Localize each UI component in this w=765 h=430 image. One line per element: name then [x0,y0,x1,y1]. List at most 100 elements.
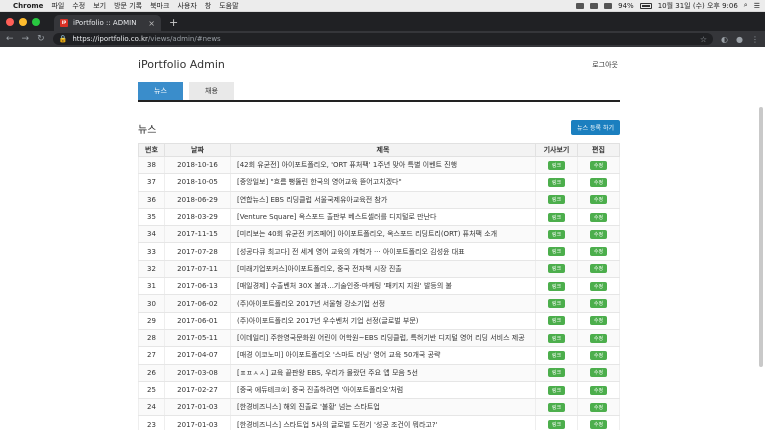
row-number: 27 [138,346,165,365]
row-date: 2017-11-15 [164,225,231,244]
row-title: [미리보는 40회 유균전 키즈페어] 아이포트폴리오, 옥스포드 리딩트리(O… [230,225,536,244]
new-tab-icon[interactable]: + [169,15,178,31]
tab-news[interactable]: 뉴스 [138,82,183,100]
article-link-button[interactable]: 링크 [547,160,566,170]
menubar-item-bookmarks[interactable]: 북마크 [150,1,169,11]
row-link-cell: 링크 [535,381,578,400]
close-tab-icon[interactable]: × [148,19,155,28]
page-scrollbar[interactable] [759,107,763,367]
edit-button[interactable]: 수정 [589,264,608,274]
logout-link[interactable]: 로그아웃 [592,60,618,70]
edit-button[interactable]: 수정 [589,333,608,343]
back-icon[interactable]: ← [6,34,14,44]
site-title: iPortfolio Admin [138,58,225,71]
article-link-button[interactable]: 링크 [547,420,566,430]
column-header-article: 기사보기 [535,143,578,157]
table-row: 27 2017-04-07 [매경 이코노미] 아이포트폴리오 '스마트 러닝' 영… [138,346,620,365]
menubar-item-edit[interactable]: 수정 [72,1,85,11]
tray-app-icon[interactable] [590,2,599,9]
menubar-item-people[interactable]: 사용자 [177,1,196,11]
table-row: 25 2017-02-27 [중국 에듀테크②] 중국 진출하려면 '아이포트폴리오… [138,381,620,400]
article-link-button[interactable]: 링크 [547,350,566,360]
edit-button[interactable]: 수정 [589,160,608,170]
lock-icon[interactable]: 🔒 [59,35,68,43]
edit-button[interactable]: 수정 [589,402,608,412]
edit-button[interactable]: 수정 [589,281,608,291]
row-number: 38 [138,156,165,175]
row-title: [매경 이코노미] 아이포트폴리오 '스마트 러닝' 영어 교육 50개국 공략 [230,346,536,365]
address-bar[interactable]: 🔒 https://iportfolio.co.kr/views/admin/#… [52,33,714,45]
reload-icon[interactable]: ↻ [37,34,45,44]
toolbar-actions: ◐ ● ⋮ [721,35,759,44]
forward-icon[interactable]: → [22,34,30,44]
edit-button[interactable]: 수정 [589,316,608,326]
battery-percent: 94% [618,1,634,10]
menubar-app-name[interactable]: Chrome [13,2,43,10]
article-link-button[interactable]: 링크 [547,368,566,378]
column-header-title: 제목 [230,143,536,157]
row-edit-cell: 수정 [577,329,620,348]
bookmark-star-icon[interactable]: ☆ [700,35,707,44]
menubar-clock[interactable]: 10월 31일 (수) 오후 9:06 [658,1,738,11]
menubar-item-window[interactable]: 창 [205,1,211,11]
browser-tab-strip: IP iPortfolio :: ADMIN × + [0,12,765,31]
tray-app-icon[interactable] [576,2,585,9]
row-date: 2017-02-27 [164,381,231,400]
control-center-icon[interactable]: ☰ [754,2,760,10]
article-link-button[interactable]: 링크 [547,333,566,343]
menubar-item-file[interactable]: 파일 [51,1,64,11]
edit-button[interactable]: 수정 [589,420,608,430]
tab-recruit[interactable]: 채용 [189,82,234,100]
row-date: 2018-10-05 [164,173,231,192]
minimize-window-icon[interactable] [19,17,27,26]
menubar-item-history[interactable]: 방문 기록 [114,1,142,11]
menubar-item-help[interactable]: 도움말 [219,1,238,11]
article-link-button[interactable]: 링크 [547,316,566,326]
row-title: (주)아이포트폴리오 2017년 우수벤처 기업 선정(글로벌 부문) [230,312,536,330]
row-link-cell: 링크 [535,364,578,382]
article-link-button[interactable]: 링크 [547,177,566,187]
edit-button[interactable]: 수정 [589,177,608,187]
battery-icon[interactable] [639,2,652,9]
article-link-button[interactable]: 링크 [547,229,566,239]
edit-button[interactable]: 수정 [589,229,608,239]
profile-icon[interactable]: ● [736,35,743,44]
edit-button[interactable]: 수정 [589,195,608,205]
edit-button[interactable]: 수정 [589,247,608,257]
zoom-window-icon[interactable] [32,17,40,26]
article-link-button[interactable]: 링크 [547,281,566,291]
article-link-button[interactable]: 링크 [547,402,566,412]
row-number: 24 [138,398,165,417]
row-title: (주)아이포트폴리오 2017년 서울형 강소기업 선정 [230,294,536,313]
section-title: 뉴스 [138,125,157,136]
extension-icon[interactable]: ◐ [721,35,728,44]
row-edit-cell: 수정 [577,381,620,400]
row-edit-cell: 수정 [577,415,620,430]
tab-title: iPortfolio :: ADMIN [73,19,137,27]
close-window-icon[interactable] [6,17,14,26]
article-link-button[interactable]: 링크 [547,247,566,257]
edit-button[interactable]: 수정 [589,385,608,395]
row-title: [미래기업포커스]아이포트폴리오, 중국 전자책 시장 진출 [230,260,536,279]
table-row: 31 2017-06-13 [매일경제] 수출벤처 30X 불과...기술인증·마케… [138,277,620,296]
edit-button[interactable]: 수정 [589,368,608,378]
url-path: /views/admin/#news [147,35,221,43]
article-link-button[interactable]: 링크 [547,195,566,205]
news-table-body: 38 2018-10-16 [42회 유균전] 아이포트폴리오, 'ORT 퓨처팩'… [138,156,620,430]
search-icon[interactable]: ⌕ [744,1,748,10]
add-news-button[interactable]: 뉴스 등록 하기 [571,120,620,135]
wifi-icon[interactable] [604,2,613,9]
row-edit-cell: 수정 [577,225,620,244]
browser-tab[interactable]: IP iPortfolio :: ADMIN × [54,15,161,31]
menubar-item-view[interactable]: 보기 [93,1,106,11]
menu-kebab-icon[interactable]: ⋮ [751,35,759,44]
article-link-button[interactable]: 링크 [547,385,566,395]
article-link-button[interactable]: 링크 [547,212,566,222]
row-number: 34 [138,225,165,244]
row-date: 2017-07-28 [164,242,231,261]
article-link-button[interactable]: 링크 [547,264,566,274]
article-link-button[interactable]: 링크 [547,299,566,309]
edit-button[interactable]: 수정 [589,299,608,309]
edit-button[interactable]: 수정 [589,350,608,360]
edit-button[interactable]: 수정 [589,212,608,222]
